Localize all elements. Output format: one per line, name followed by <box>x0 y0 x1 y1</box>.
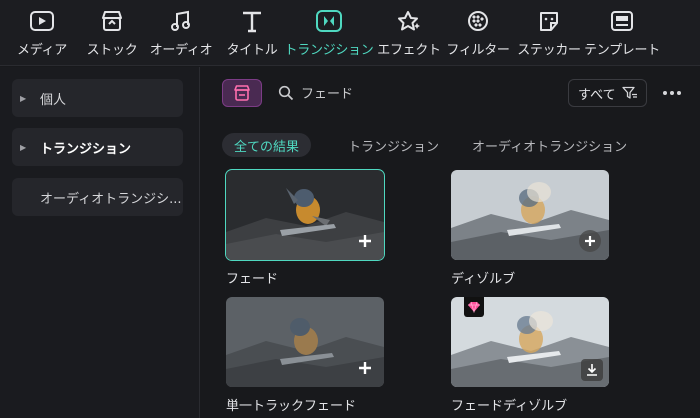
transition-card-single-track-fade[interactable]: 単一トラックフェード <box>226 297 384 414</box>
toolbar-audio[interactable]: オーディオ <box>149 0 213 66</box>
add-icon[interactable] <box>354 230 376 252</box>
sidebar-item-label: トランジション <box>40 141 132 157</box>
category-sidebar: ▶ 個人 ▶ トランジション オーディオトランジシ... <box>0 67 200 418</box>
toolbar-effect[interactable]: エフェクト <box>377 0 441 66</box>
thumbnail <box>451 297 609 387</box>
caret-right-icon: ▶ <box>20 93 27 103</box>
tab-all-results[interactable]: 全ての結果 <box>222 133 312 157</box>
toolbar-template[interactable]: テンプレート <box>584 0 660 66</box>
card-label: フェードディゾルブ <box>451 399 568 414</box>
toolbar-label: トランジション <box>284 43 374 58</box>
add-icon[interactable] <box>579 230 601 252</box>
tab-transition[interactable]: トランジション <box>348 133 439 157</box>
store-button[interactable] <box>222 79 262 107</box>
toolbar-label: オーディオ <box>149 43 213 58</box>
card-label: ディゾルブ <box>451 272 516 287</box>
sidebar-item-audio-transition[interactable]: オーディオトランジシ... <box>12 178 183 216</box>
transition-browser: すべて 全ての結果 トランジション オーディオトランジション フェード <box>201 67 700 418</box>
sidebar-item-transition[interactable]: ▶ トランジション <box>12 128 183 166</box>
thumbnail <box>451 170 609 260</box>
filter-label: すべて <box>578 87 616 103</box>
filter-dropdown[interactable]: すべて <box>568 79 647 107</box>
premium-gem-icon <box>464 297 484 317</box>
funnel-icon <box>621 86 637 99</box>
music-note-icon <box>167 8 195 34</box>
caret-right-icon: ▶ <box>20 142 27 152</box>
sidebar-item-personal[interactable]: ▶ 個人 <box>12 79 183 117</box>
add-icon[interactable] <box>354 357 376 379</box>
sticker-icon <box>535 8 563 34</box>
title-t-icon <box>238 8 266 34</box>
toolbar-title[interactable]: タイトル <box>222 0 282 66</box>
media-icon <box>28 8 56 34</box>
filter-icon <box>464 8 492 34</box>
card-label: 単一トラックフェード <box>226 399 357 414</box>
sidebar-item-label: オーディオトランジシ... <box>40 191 182 207</box>
thumbnail <box>226 297 384 387</box>
stock-icon <box>98 8 126 34</box>
toolbar-label: フィルター <box>446 43 510 58</box>
toolbar-sticker[interactable]: ステッカー <box>517 0 581 66</box>
tab-audio-transition[interactable]: オーディオトランジション <box>472 133 627 157</box>
store-icon <box>234 85 250 101</box>
search-input[interactable] <box>301 81 451 103</box>
thumbnail <box>225 169 385 261</box>
transition-card-fade[interactable]: フェード <box>225 169 385 287</box>
sidebar-item-label: 個人 <box>40 92 67 108</box>
template-icon <box>608 8 636 34</box>
card-label: フェード <box>226 272 279 287</box>
transition-card-fade-dissolve[interactable]: フェードディゾルブ <box>451 297 609 414</box>
toolbar-transition[interactable]: トランジション <box>284 0 374 66</box>
effect-star-icon <box>395 8 423 34</box>
toolbar-label: エフェクト <box>377 43 441 58</box>
toolbar-filter[interactable]: フィルター <box>446 0 510 66</box>
search-icon <box>278 85 294 101</box>
transition-card-dissolve[interactable]: ディゾルブ <box>451 170 609 287</box>
more-dots-icon <box>663 91 681 95</box>
toolbar-label: タイトル <box>226 43 278 58</box>
toolbar-label: メディア <box>17 43 67 58</box>
toolbar-label: ステッカー <box>517 43 581 58</box>
toolbar-label: ストック <box>86 43 138 58</box>
toolbar-media[interactable]: メディア <box>12 0 72 66</box>
transition-icon <box>315 8 343 34</box>
top-toolbar: メディア ストック オーディオ タイトル トランジション エフェクト フィルター… <box>0 0 700 66</box>
download-icon[interactable] <box>581 359 603 381</box>
more-options-button[interactable] <box>659 81 685 105</box>
toolbar-stock[interactable]: ストック <box>82 0 142 66</box>
toolbar-label: テンプレート <box>584 43 660 58</box>
